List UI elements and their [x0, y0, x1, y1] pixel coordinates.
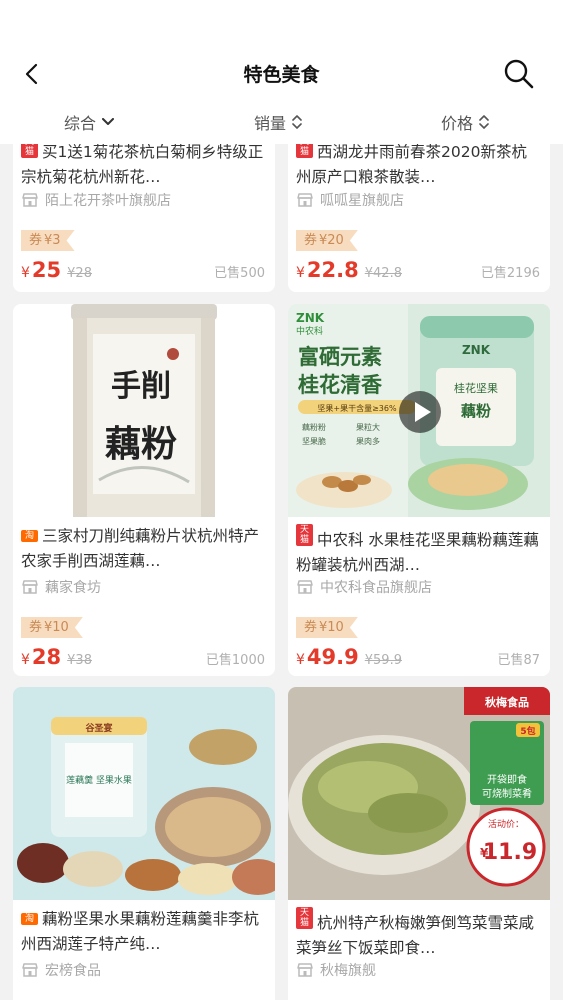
- svg-text:谷圣宴: 谷圣宴: [85, 722, 112, 734]
- shop-name[interactable]: 陌上花开茶叶旗舰店: [21, 190, 171, 210]
- price: 25: [31, 258, 62, 282]
- sold-count: 已售500: [214, 266, 265, 281]
- original-price: ¥59.9: [364, 653, 402, 668]
- svg-text:ZNK: ZNK: [296, 311, 325, 325]
- filter-comprehensive[interactable]: 综合: [64, 110, 115, 134]
- product-title: 天猫 中农科 水果桂花坚果藕粉藕莲藕粉罐装杭州西湖…: [296, 524, 539, 574]
- product-title: 天猫买1送1菊花茶杭白菊桐乡特级正宗杭菊花杭州新花…: [21, 144, 267, 190]
- filter-label: 综合: [64, 114, 97, 133]
- pickled-vegetable-image: 秋梅食品 5包 开袋即食 可烧制菜肴 活动价： ¥ 11.9: [288, 687, 550, 900]
- svg-text:开袋即食: 开袋即食: [487, 773, 527, 786]
- product-image[interactable]: ZNK 中农科 富硒元素 桂花清香 坚果+果干含量≥36% 藕粉粉 果粒大 坚果…: [288, 304, 550, 517]
- tmall-badge: 天猫: [296, 524, 313, 546]
- svg-text:秋梅食品: 秋梅食品: [485, 695, 529, 709]
- product-image[interactable]: 手削 藕粉: [13, 304, 275, 517]
- image-text: 藕粉: [105, 423, 177, 465]
- shop-name[interactable]: 秋梅旗舰: [296, 960, 376, 980]
- coupon-badge: 券 ¥10: [296, 617, 358, 638]
- image-text: 手削: [111, 369, 171, 404]
- svg-text:坚果脆: 坚果脆: [302, 436, 326, 446]
- coupon-badge: 券 ¥3: [21, 230, 75, 251]
- svg-text:桂花坚果: 桂花坚果: [454, 381, 498, 395]
- original-price: ¥42.8: [364, 266, 402, 281]
- page-title: 特色美食: [243, 64, 320, 86]
- price-row: ¥ 28 ¥38 已售1000: [21, 645, 265, 669]
- svg-text:果粒大: 果粒大: [356, 422, 380, 432]
- product-card[interactable]: 手削 藕粉 淘三家村刀削纯藕粉片状杭州特产农家手削西湖莲藕… 藕家食坊 券 ¥10…: [13, 304, 275, 676]
- svg-text:富硒元素: 富硒元素: [298, 344, 382, 369]
- svg-text:果肉多: 果肉多: [356, 436, 380, 446]
- shop-name[interactable]: 中农科食品旗舰店: [296, 577, 432, 597]
- sold-count: 已售2196: [480, 266, 540, 281]
- filter-label: 价格: [441, 114, 474, 133]
- store-icon: [22, 963, 38, 977]
- coupon-badge: 券 ¥20: [296, 230, 358, 251]
- svg-text:可烧制菜肴: 可烧制菜肴: [482, 787, 532, 800]
- svg-text:莲藕羹 坚果水果: 莲藕羹 坚果水果: [66, 774, 132, 786]
- search-button[interactable]: [502, 58, 536, 90]
- product-title: 天猫 杭州特产秋梅嫩笋倒笃菜雪菜咸菜笋丝下饭菜即食…: [296, 907, 535, 957]
- product-image[interactable]: 秋梅食品 5包 开袋即食 可烧制菜肴 活动价： ¥ 11.9: [288, 687, 550, 900]
- taobao-badge: 淘: [21, 530, 38, 542]
- price: 49.9: [306, 645, 359, 669]
- shop-name[interactable]: 宏榜食品: [21, 960, 101, 980]
- store-icon: [22, 580, 38, 594]
- store-icon: [22, 193, 38, 207]
- status-bar: [0, 0, 563, 50]
- original-price: ¥28: [67, 266, 92, 281]
- filter-bar: 综合 销量 价格: [0, 98, 563, 144]
- svg-text:藕粉: 藕粉: [460, 402, 491, 420]
- product-image[interactable]: 谷圣宴 莲藕羹 坚果水果: [13, 687, 275, 900]
- svg-text:藕粉粉: 藕粉粉: [302, 422, 326, 432]
- play-video-icon[interactable]: [398, 390, 442, 434]
- svg-text:5包: 5包: [520, 725, 535, 737]
- nav-bar: 特色美食: [0, 50, 563, 98]
- svg-text:活动价：: 活动价：: [488, 818, 524, 830]
- sold-count: 已售87: [497, 653, 540, 668]
- price: 28: [31, 645, 62, 669]
- product-card[interactable]: ZNK 中农科 富硒元素 桂花清香 坚果+果干含量≥36% 藕粉粉 果粒大 坚果…: [288, 304, 550, 676]
- product-title: 天猫西湖龙井雨前春茶2020新茶杭州原产口粮茶散装…: [296, 144, 542, 190]
- store-icon: [297, 193, 313, 207]
- product-card[interactable]: 秋梅食品 5包 开袋即食 可烧制菜肴 活动价： ¥ 11.9 天猫 杭州特产秋梅嫩…: [288, 687, 550, 1000]
- search-icon: [504, 59, 534, 89]
- store-icon: [297, 580, 313, 594]
- filter-sales[interactable]: 销量: [254, 110, 302, 134]
- svg-text:坚果+果干含量≥36%: 坚果+果干含量≥36%: [317, 403, 397, 413]
- price-row: ¥ 25 ¥28 已售500: [21, 258, 265, 282]
- product-card[interactable]: 天猫买1送1菊花茶杭白菊桐乡特级正宗杭菊花杭州新花… 陌上花开茶叶旗舰店 券¥3…: [13, 144, 275, 292]
- product-grid: 天猫买1送1菊花茶杭白菊桐乡特级正宗杭菊花杭州新花… 陌上花开茶叶旗舰店 券¥3…: [0, 144, 563, 1000]
- shop-name[interactable]: 藕家食坊: [21, 577, 101, 597]
- product-card[interactable]: 谷圣宴 莲藕羹 坚果水果 淘藕粉坚果水果藕粉莲藕羹非李杭州西湖莲子特产纯… 宏榜…: [13, 687, 275, 1000]
- product-title: 淘藕粉坚果水果藕粉莲藕羹非李杭州西湖莲子特产纯…: [21, 910, 260, 953]
- filter-price[interactable]: 价格: [441, 110, 489, 134]
- tmall-badge: 天猫: [296, 907, 313, 929]
- tmall-badge: 天猫: [21, 144, 38, 158]
- price-row: ¥ 49.9 ¥59.9 已售87: [296, 645, 540, 669]
- price: 22.8: [306, 258, 359, 282]
- filter-label: 销量: [254, 114, 287, 133]
- svg-text:11.9: 11.9: [483, 840, 537, 865]
- lotus-soup-image: 谷圣宴 莲藕羹 坚果水果: [13, 687, 275, 900]
- shop-name[interactable]: 呱呱星旗舰店: [296, 190, 404, 210]
- lotus-powder-can-image: 手削 藕粉: [13, 304, 275, 517]
- tmall-badge: 天猫: [296, 144, 313, 158]
- price-row: ¥ 22.8 ¥42.8 已售2196: [296, 258, 540, 282]
- sold-count: 已售1000: [205, 653, 265, 668]
- product-title: 淘三家村刀削纯藕粉片状杭州特产农家手削西湖莲藕…: [21, 527, 260, 570]
- sort-icon: [479, 115, 489, 129]
- original-price: ¥38: [67, 653, 92, 668]
- sort-icon: [292, 115, 302, 129]
- svg-text:ZNK: ZNK: [462, 343, 491, 357]
- store-icon: [297, 963, 313, 977]
- chevron-down-icon: [102, 118, 115, 125]
- svg-text:中农科: 中农科: [296, 325, 323, 337]
- taobao-badge: 淘: [21, 913, 38, 925]
- svg-text:桂花清香: 桂花清香: [297, 372, 383, 397]
- product-card[interactable]: 天猫西湖龙井雨前春茶2020新茶杭州原产口粮茶散装… 呱呱星旗舰店 券¥20 ¥…: [288, 144, 550, 292]
- coupon-badge: 券 ¥10: [21, 617, 83, 638]
